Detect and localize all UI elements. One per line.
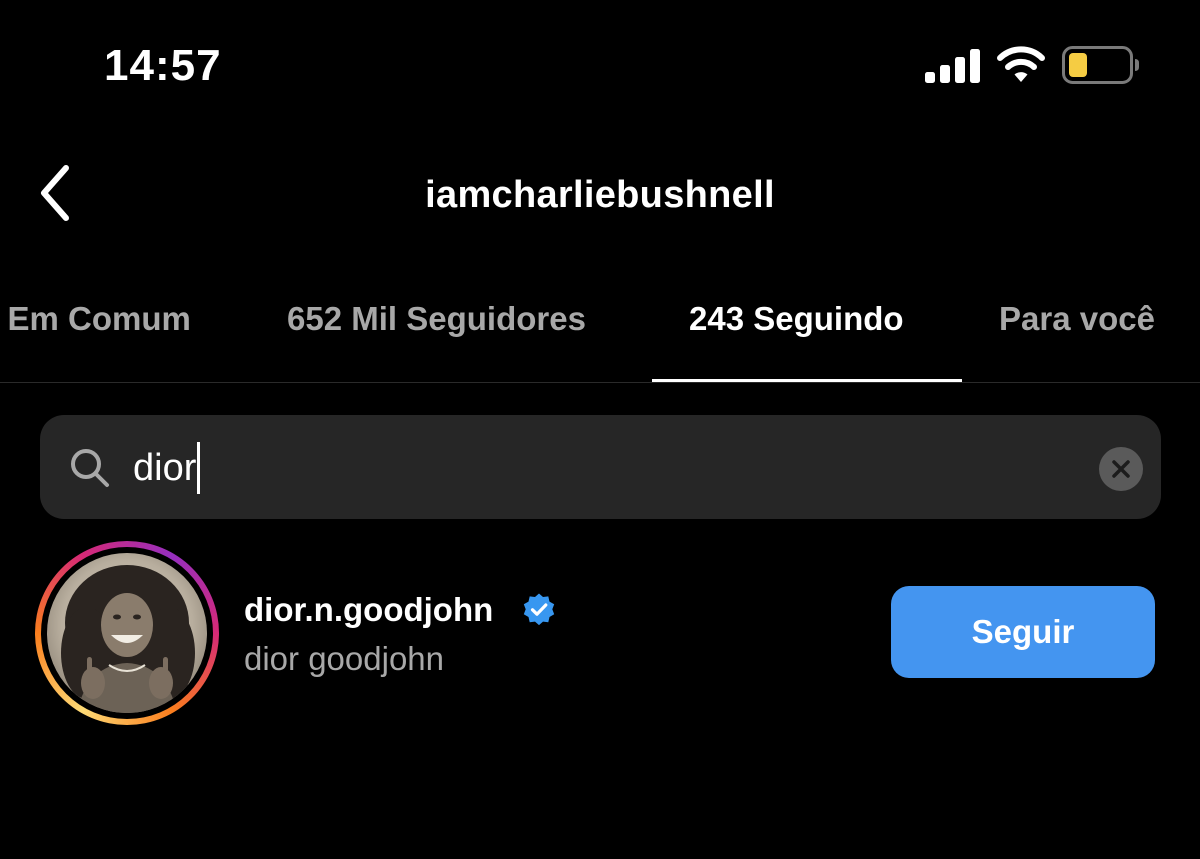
active-tab-indicator	[652, 379, 962, 382]
tab-em-comum[interactable]: 6 Em Comum	[0, 296, 191, 342]
follow-button[interactable]: Seguir	[891, 586, 1155, 678]
tab-seguidores[interactable]: 652 Mil Seguidores	[287, 296, 586, 342]
status-bar: 14:57	[0, 0, 1200, 130]
clear-search-button[interactable]	[1099, 447, 1143, 491]
search-bar[interactable]	[40, 415, 1161, 519]
chevron-left-icon	[41, 165, 69, 221]
back-button[interactable]	[30, 160, 86, 226]
text-caret	[197, 442, 200, 494]
verified-badge-icon	[523, 593, 555, 626]
result-full-name: dior goodjohn	[244, 640, 444, 677]
tab-bar: 6 Em Comum 652 Mil Seguidores 243 Seguin…	[0, 282, 1200, 383]
signal-icon	[925, 49, 980, 83]
result-username[interactable]: dior.n.goodjohn	[244, 587, 493, 633]
avatar-photo-icon	[61, 565, 195, 713]
list-item[interactable]: dior.n.goodjohn dior goodjohn Seguir	[0, 538, 1200, 728]
tab-para-voce[interactable]: Para você	[999, 296, 1155, 342]
page-title: iamcharliebushnell	[425, 174, 775, 216]
search-input[interactable]: dior	[133, 440, 196, 496]
battery-icon	[1062, 46, 1139, 84]
status-time: 14:57	[104, 41, 222, 90]
tab-seguindo[interactable]: 243 Seguindo	[689, 296, 904, 342]
story-ring[interactable]	[35, 541, 219, 725]
search-icon	[71, 449, 109, 487]
clear-icon	[1112, 460, 1130, 478]
wifi-icon	[997, 46, 1045, 82]
avatar[interactable]	[47, 553, 207, 713]
